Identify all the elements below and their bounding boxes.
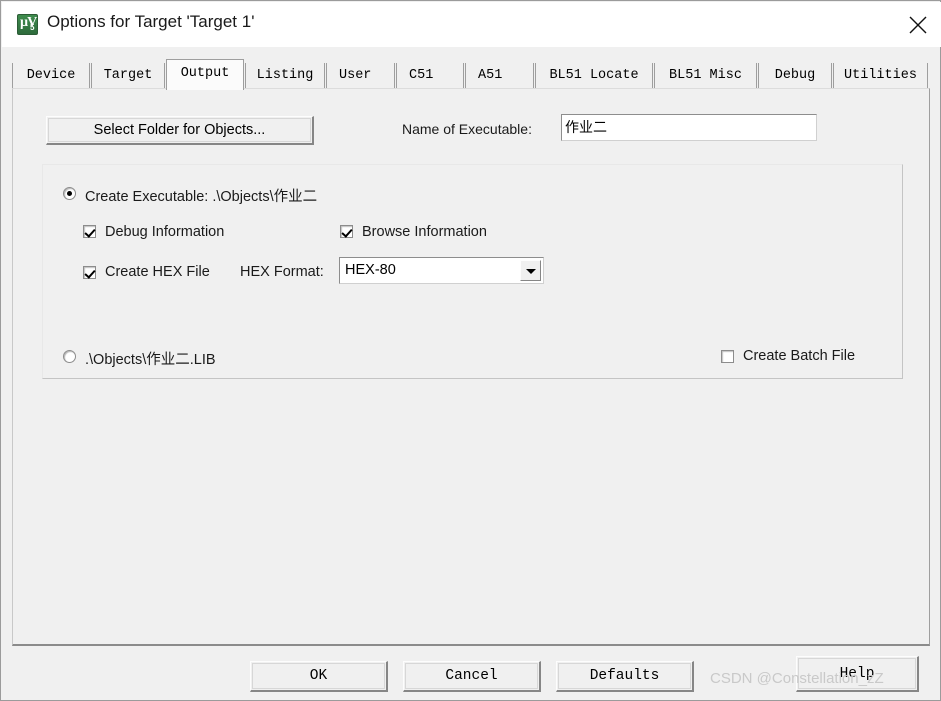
browse-information-label: Browse Information: [362, 224, 487, 240]
button-focus-inner: [798, 658, 916, 689]
create-executable-radio[interactable]: [63, 187, 76, 200]
tab-user[interactable]: User: [326, 63, 395, 89]
button-focus-inner: [405, 663, 538, 689]
uvision-version-glyph: 5: [30, 23, 35, 32]
tab-utilities[interactable]: Utilities: [833, 63, 928, 89]
tab-listing[interactable]: Listing: [245, 63, 325, 89]
tab-bl51-locate[interactable]: BL51 Locate: [535, 63, 653, 89]
hex-format-combobox[interactable]: HEX-80: [339, 257, 544, 284]
executable-name-value: 作业二: [565, 119, 607, 135]
browse-information-checkbox[interactable]: [340, 225, 353, 238]
tab-c51[interactable]: C51: [396, 63, 464, 89]
create-hex-file-label: Create HEX File: [105, 264, 210, 280]
tab-output[interactable]: Output: [166, 59, 244, 90]
create-library-radio[interactable]: [63, 350, 76, 363]
close-icon[interactable]: [895, 2, 941, 46]
tab-bar: Device Target Output Listing User C51 A5…: [12, 59, 930, 90]
tab-a51[interactable]: A51: [465, 63, 534, 89]
cancel-button[interactable]: Cancel: [403, 661, 541, 692]
name-of-executable-label: Name of Executable:: [402, 121, 532, 137]
tab-bl51-misc[interactable]: BL51 Misc: [654, 63, 757, 89]
debug-information-label: Debug Information: [105, 224, 225, 240]
create-batch-file-checkbox[interactable]: [721, 350, 734, 363]
select-folder-for-objects-button[interactable]: Select Folder for Objects...: [46, 116, 314, 145]
options-dialog: µV 5 Options for Target 'Target 1' Devic…: [0, 0, 941, 701]
tab-target[interactable]: Target: [91, 63, 165, 89]
create-library-label: .\Objects\作业二.LIB: [85, 352, 216, 368]
chevron-down-icon[interactable]: [520, 260, 541, 281]
keil-uvision-icon: µV 5: [17, 14, 38, 35]
button-focus-inner: [558, 663, 691, 689]
tab-device[interactable]: Device: [12, 63, 90, 89]
tab-debug[interactable]: Debug: [758, 63, 832, 89]
button-focus-inner: [252, 663, 385, 689]
button-focus-inner: [48, 118, 311, 142]
hex-format-value: HEX-80: [345, 262, 396, 278]
defaults-button[interactable]: Defaults: [556, 661, 694, 692]
executable-name-input[interactable]: 作业二: [561, 114, 817, 141]
debug-information-checkbox[interactable]: [83, 225, 96, 238]
help-button[interactable]: Help: [796, 656, 919, 692]
window-title: Options for Target 'Target 1': [47, 12, 255, 31]
ok-button[interactable]: OK: [250, 661, 388, 692]
title-bar: µV 5 Options for Target 'Target 1': [2, 2, 941, 47]
hex-format-label: HEX Format:: [240, 264, 324, 280]
create-hex-file-checkbox[interactable]: [83, 266, 96, 279]
close-x-glyph: [909, 16, 927, 34]
create-batch-file-label: Create Batch File: [743, 348, 856, 364]
create-executable-label: Create Executable: .\Objects\作业二: [85, 189, 318, 205]
